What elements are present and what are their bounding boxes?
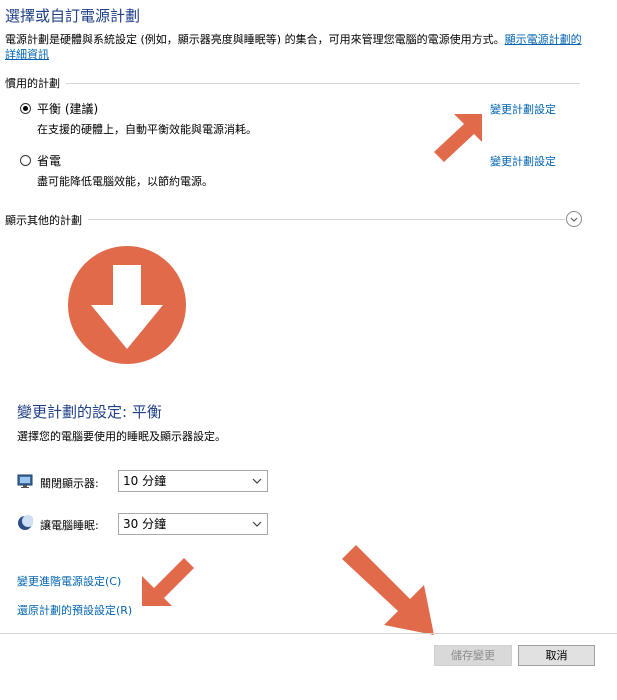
restore-defaults-link[interactable]: 還原計劃的預設設定(R) xyxy=(17,602,132,618)
sleep-label: 讓電腦睡眠: xyxy=(40,519,99,532)
annotation-arrow-down-right-icon xyxy=(342,545,434,635)
advanced-settings-link[interactable]: 變更進階電源設定(C) xyxy=(17,573,121,589)
sleep-moon-icon xyxy=(18,515,33,530)
cancel-button[interactable]: 取消 xyxy=(518,645,595,666)
annotation-arrow-down-left-icon xyxy=(142,558,194,606)
balanced-change-plan-link[interactable]: 變更計劃設定 xyxy=(490,101,556,117)
section-divider xyxy=(5,83,580,84)
plan-settings-subtitle: 選擇您的電腦要使用的睡眠及顯示器設定。 xyxy=(17,430,226,443)
display-off-select[interactable]: 10 分鐘 xyxy=(118,470,268,492)
power-saver-plan-radio[interactable] xyxy=(20,155,31,166)
power-saver-plan-name: 省電 xyxy=(37,154,62,168)
annotation-arrow-up-right-icon xyxy=(434,114,482,162)
save-button[interactable]: 儲存變更 xyxy=(434,645,512,666)
plan-settings-title: 變更計劃的設定: 平衡 xyxy=(17,403,162,421)
chevron-down-icon xyxy=(252,478,262,484)
balanced-plan-radio[interactable] xyxy=(20,103,31,114)
preferred-plans-label: 慣用的計劃 xyxy=(5,75,66,91)
display-off-label: 關閉顯示器: xyxy=(40,477,99,490)
show-more-plans-label: 顯示其他的計劃 xyxy=(5,212,88,228)
balanced-plan-name: 平衡 (建議) xyxy=(37,102,99,116)
sleep-value: 30 分鐘 xyxy=(123,517,167,531)
more-plans-divider xyxy=(5,219,565,220)
footer-divider xyxy=(0,633,617,634)
monitor-icon xyxy=(17,474,33,488)
power-saver-change-plan-link[interactable]: 變更計劃設定 xyxy=(490,153,556,169)
down-arrow-icon xyxy=(68,246,186,364)
chevron-down-icon xyxy=(252,521,262,527)
power-saver-plan-description: 盡可能降低電腦效能，以節約電源。 xyxy=(37,175,213,188)
chevron-down-icon xyxy=(570,217,578,222)
balanced-plan-description: 在支援的硬體上，自動平衡效能與電源消耗。 xyxy=(37,123,257,136)
page-title: 選擇或自訂電源計劃 xyxy=(5,7,141,25)
expand-plans-button[interactable] xyxy=(566,211,582,227)
display-off-value: 10 分鐘 xyxy=(123,474,167,488)
page-description: 電源計劃是硬體與系統設定 (例如，顯示器亮度與睡眠等) 的集合，可用來管理您電腦… xyxy=(5,33,582,61)
sleep-select[interactable]: 30 分鐘 xyxy=(118,513,268,535)
